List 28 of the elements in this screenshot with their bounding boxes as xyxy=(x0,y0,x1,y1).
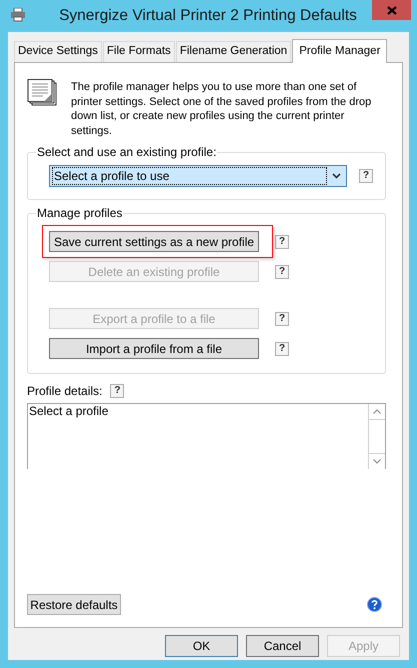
close-button[interactable] xyxy=(372,0,411,20)
profile-action-button[interactable]: Save current settings as a new profile xyxy=(49,231,259,252)
profile-dropdown[interactable]: Select a profile to use xyxy=(49,165,347,187)
printer-icon xyxy=(10,8,26,22)
help-button[interactable]: ? xyxy=(110,384,124,398)
dialog-button[interactable]: OK xyxy=(165,635,238,657)
profile-action-button[interactable]: Import a profile from a file xyxy=(49,338,259,359)
restore-defaults-button[interactable]: Restore defaults xyxy=(27,594,121,615)
intro-text: The profile manager helps you to use more than one set of printer settings. Select one of the saved profiles from the drop down list, or create new profiles using the current printer settings. xyxy=(71,80,372,138)
close-icon xyxy=(386,6,396,14)
group-legend: Manage profiles xyxy=(36,205,124,221)
group-legend: Select and use an existing profile: xyxy=(36,144,218,160)
help-button[interactable]: ? xyxy=(275,342,289,356)
chevron-down-icon xyxy=(332,173,341,179)
scroll-up-icon xyxy=(373,409,381,414)
tab[interactable]: File Formats xyxy=(102,41,175,62)
tab[interactable]: Filename Generation xyxy=(176,41,292,62)
tab[interactable]: Profile Manager xyxy=(292,39,388,63)
details-label: Profile details: xyxy=(27,383,102,400)
dialog-button[interactable]: Cancel xyxy=(246,635,319,657)
scroll-down-icon xyxy=(373,459,381,464)
tab[interactable]: Device Settings xyxy=(14,41,102,62)
help-button[interactable]: ? xyxy=(275,234,289,248)
help-button[interactable]: ? xyxy=(359,169,373,183)
document-icon xyxy=(27,79,58,106)
window-title: Synergize Virtual Printer 2 Printing Defaults xyxy=(58,6,358,26)
help-icon[interactable] xyxy=(367,597,382,612)
scrollbar[interactable] xyxy=(368,404,385,469)
